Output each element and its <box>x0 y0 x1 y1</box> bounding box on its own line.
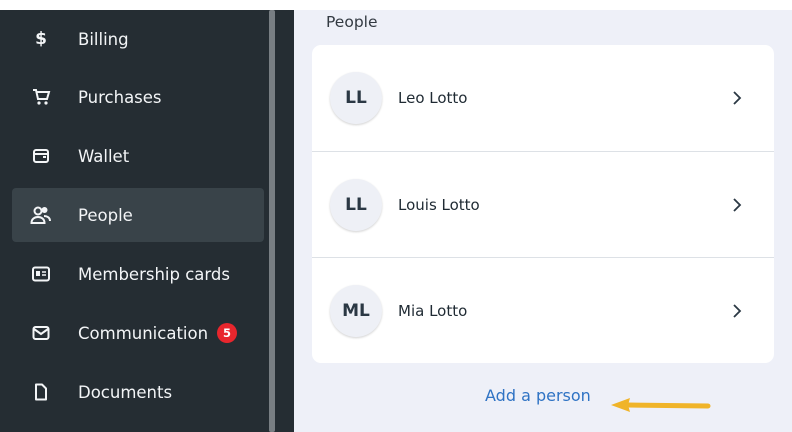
person-row-louis-lotto[interactable]: LL Louis Lotto <box>312 152 774 258</box>
sidebar-item-label: Billing <box>78 29 129 49</box>
dollar-icon: $ <box>35 29 47 49</box>
sidebar-item-label: Documents <box>78 382 173 402</box>
annotation-arrow-icon <box>611 398 711 412</box>
document-icon <box>30 381 52 403</box>
people-icon <box>30 204 52 226</box>
person-name: Leo Lotto <box>398 89 468 107</box>
sidebar-item-label: Purchases <box>78 87 162 107</box>
notification-badge: 5 <box>217 323 238 343</box>
sidebar-item-communication[interactable]: Communication 5 <box>12 306 264 360</box>
sidebar-item-purchases[interactable]: Purchases <box>12 70 264 124</box>
sidebar-item-label: Wallet <box>78 146 130 166</box>
wallet-icon <box>30 145 52 167</box>
sidebar-item-label: Communication <box>78 323 209 343</box>
person-name: Louis Lotto <box>398 196 480 214</box>
sidebar-item-documents[interactable]: Documents <box>12 365 264 419</box>
cart-icon <box>30 86 52 108</box>
sidebar-item-label: Membership cards <box>78 264 230 284</box>
sidebar-item-label: People <box>78 205 133 225</box>
main-content: People LL Leo Lotto LL Louis Lotto ML Mi… <box>294 10 792 432</box>
avatar: LL <box>330 179 382 231</box>
avatar: ML <box>330 285 382 337</box>
scrollbar-thumb[interactable] <box>269 10 275 432</box>
person-row-mia-lotto[interactable]: ML Mia Lotto <box>312 258 774 364</box>
sidebar-scrollbar[interactable] <box>266 10 278 432</box>
sidebar-item-membership-cards[interactable]: Membership cards <box>12 247 264 301</box>
sidebar-item-wallet[interactable]: Wallet <box>12 129 264 183</box>
envelope-icon <box>30 322 52 344</box>
person-row-leo-lotto[interactable]: LL Leo Lotto <box>312 45 774 151</box>
person-name: Mia Lotto <box>398 302 468 320</box>
avatar: LL <box>330 72 382 124</box>
sidebar-item-people[interactable]: People <box>12 188 264 242</box>
sidebar: $ Billing Purchases Wallet People Member… <box>0 10 266 432</box>
add-person-link[interactable]: Add a person <box>485 386 591 405</box>
chevron-right-icon <box>730 198 744 212</box>
id-card-icon <box>30 263 52 285</box>
chevron-right-icon <box>730 304 744 318</box>
divider <box>278 10 294 432</box>
section-title: People <box>326 13 378 31</box>
sidebar-item-billing[interactable]: $ Billing <box>12 12 264 66</box>
people-list-card: LL Leo Lotto LL Louis Lotto ML Mia Lotto <box>312 45 774 363</box>
chevron-right-icon <box>730 91 744 105</box>
